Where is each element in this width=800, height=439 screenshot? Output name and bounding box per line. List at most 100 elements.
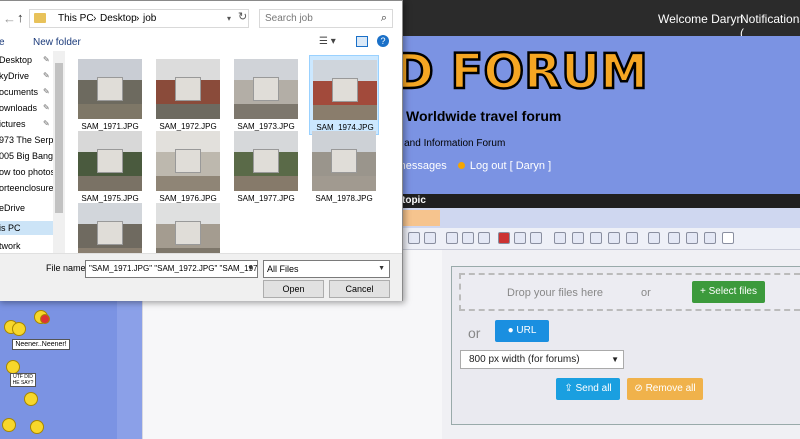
file-tile[interactable]: SAM_1976.JPG bbox=[153, 127, 223, 207]
nav-item[interactable]: twork bbox=[0, 239, 61, 253]
tool-icon[interactable] bbox=[626, 232, 638, 244]
cancel-button[interactable]: Cancel bbox=[329, 280, 390, 298]
logout-icon bbox=[457, 162, 465, 169]
tool-icon[interactable] bbox=[514, 232, 526, 244]
breadcrumb-job[interactable]: job bbox=[143, 10, 156, 27]
smiley-icon[interactable] bbox=[2, 418, 16, 432]
smiley-icon[interactable] bbox=[6, 360, 20, 374]
chevron-down-icon: ▼ bbox=[378, 265, 385, 272]
tool-icon[interactable] bbox=[462, 232, 474, 244]
new-folder-button[interactable]: New folder bbox=[33, 37, 81, 48]
nav-item[interactable]: orteenclosure bbox=[0, 181, 61, 195]
scrollbar-thumb[interactable] bbox=[55, 63, 63, 213]
youtube-icon[interactable] bbox=[498, 232, 510, 244]
image-thumbnail bbox=[312, 131, 376, 191]
tool-icon[interactable] bbox=[424, 232, 436, 244]
or-text: or bbox=[641, 287, 651, 299]
tool-icon[interactable] bbox=[408, 232, 420, 244]
tool-icon[interactable] bbox=[686, 232, 698, 244]
tool-icon[interactable] bbox=[704, 232, 716, 244]
file-tile[interactable]: SAM_1979.JPG bbox=[75, 199, 145, 253]
preview-pane-icon[interactable] bbox=[356, 36, 368, 47]
search-input[interactable]: Search job ⌕ bbox=[259, 9, 393, 28]
open-button[interactable]: Open bbox=[263, 280, 324, 298]
smiley-icon[interactable] bbox=[24, 392, 38, 406]
nav-item[interactable]: eDrive bbox=[0, 201, 61, 215]
subject-input[interactable] bbox=[400, 210, 440, 226]
file-tile[interactable]: SAM_1973.JPG bbox=[231, 55, 301, 135]
address-bar[interactable]: This PC › Desktop › job ▾ ↻ bbox=[29, 9, 249, 28]
topic-header: topic bbox=[400, 194, 800, 208]
image-thumbnail bbox=[156, 59, 220, 119]
refresh-icon[interactable]: ↻ bbox=[238, 9, 247, 26]
nav-item[interactable]: Desktop ✎ bbox=[0, 53, 61, 67]
file-name-input[interactable]: "SAM_1971.JPG" "SAM_1972.JPG" "SAM_197 ▼ bbox=[85, 260, 258, 278]
organise-menu[interactable]: e bbox=[0, 37, 5, 48]
nav-item-label: ownloads bbox=[0, 103, 38, 113]
nav-item[interactable]: ictures ✎ bbox=[0, 117, 61, 131]
nav-item-label: Desktop bbox=[0, 55, 33, 65]
url-button[interactable]: ● URL bbox=[495, 320, 549, 342]
file-tile[interactable]: SAM_1978.JPG bbox=[309, 127, 379, 207]
smilies-panel bbox=[0, 300, 117, 439]
logout-link[interactable]: Log out [ Daryn ] bbox=[470, 160, 551, 172]
smiley-icon[interactable] bbox=[12, 322, 26, 336]
nav-item[interactable]: 005 Big Bang T bbox=[0, 149, 61, 163]
nav-item[interactable]: ownloads ✎ bbox=[0, 101, 61, 115]
tool-icon[interactable] bbox=[446, 232, 458, 244]
width-select-value: 800 px width (for forums) bbox=[469, 354, 580, 365]
breadcrumb-desktop[interactable]: Desktop bbox=[100, 10, 137, 27]
tool-icon[interactable] bbox=[530, 232, 542, 244]
file-type-select[interactable]: All Files ▼ bbox=[263, 260, 390, 278]
welcome-link[interactable]: Welcome Daryn bbox=[658, 12, 743, 26]
or-large-text: or bbox=[468, 325, 481, 341]
pin-icon: ✎ bbox=[43, 119, 50, 128]
file-tile[interactable]: SAM_1980.JPG bbox=[153, 199, 223, 253]
smiley-icon[interactable] bbox=[40, 314, 50, 324]
font-icon[interactable] bbox=[608, 232, 620, 244]
breadcrumb-this-pc[interactable]: This PC bbox=[58, 10, 94, 27]
breadcrumb-separator: › bbox=[93, 13, 97, 24]
remove-all-button[interactable]: ⊘ Remove all bbox=[627, 378, 703, 400]
nav-item[interactable]: ow too photos bbox=[0, 165, 61, 179]
file-tile[interactable]: SAM_1974.JPG bbox=[309, 55, 379, 135]
nav-item-label: ocuments bbox=[0, 87, 39, 97]
file-tile[interactable]: SAM_1972.JPG bbox=[153, 55, 223, 135]
editor-toolbar bbox=[400, 228, 800, 250]
file-tile[interactable]: SAM_1975.JPG bbox=[75, 127, 145, 207]
tool-icon[interactable] bbox=[722, 232, 734, 244]
file-name: SAM_1978.JPG bbox=[315, 194, 373, 203]
file-tile[interactable]: SAM_1971.JPG bbox=[75, 55, 145, 135]
send-all-button[interactable]: ⇪ Send all bbox=[556, 378, 620, 400]
file-name-value: "SAM_1971.JPG" "SAM_1972.JPG" "SAM_197 bbox=[89, 264, 258, 273]
heading-icon[interactable] bbox=[554, 232, 566, 244]
subject-row bbox=[400, 208, 800, 228]
up-arrow-icon[interactable]: ↑ bbox=[17, 10, 24, 25]
file-tile[interactable]: SAM_1977.JPG bbox=[231, 127, 301, 207]
forum-logo[interactable]: D FORUM bbox=[394, 40, 664, 100]
nav-item[interactable]: kyDrive ✎ bbox=[0, 69, 61, 83]
smiley-icon[interactable] bbox=[30, 420, 44, 434]
tool-icon[interactable] bbox=[668, 232, 680, 244]
nav-item-label: twork bbox=[0, 241, 21, 251]
tool-icon[interactable] bbox=[590, 232, 602, 244]
file-name-label: File name: bbox=[46, 263, 89, 273]
neener-smiley[interactable]: Neener..Neener! bbox=[12, 339, 70, 350]
nav-scrollbar[interactable] bbox=[53, 51, 65, 253]
tool-icon[interactable] bbox=[478, 232, 490, 244]
upload-icon: ⇪ bbox=[564, 383, 576, 394]
help-icon[interactable]: ? bbox=[377, 35, 389, 47]
more-icon[interactable] bbox=[648, 232, 660, 244]
select-files-button[interactable]: + Select files bbox=[692, 281, 765, 303]
nav-item[interactable]: 973 The Serper bbox=[0, 133, 61, 147]
nav-item[interactable]: is PC bbox=[0, 221, 61, 235]
view-options-icon[interactable]: ☰ ▾ bbox=[319, 36, 336, 47]
back-icon[interactable]: ← bbox=[3, 11, 16, 26]
nav-item[interactable]: ocuments ✎ bbox=[0, 85, 61, 99]
width-select[interactable]: 800 px width (for forums) ▼ bbox=[460, 350, 624, 369]
chevron-down-icon[interactable]: ▼ bbox=[247, 261, 254, 277]
tool-icon[interactable] bbox=[572, 232, 584, 244]
file-grid: SAM_1971.JPG SAM_1972.JPG SAM_1973.JPG SAM_… bbox=[65, 51, 402, 253]
utf-smiley[interactable]: UTF DID HE SAY? bbox=[10, 373, 36, 387]
chevron-down-icon[interactable]: ▾ bbox=[227, 10, 231, 27]
